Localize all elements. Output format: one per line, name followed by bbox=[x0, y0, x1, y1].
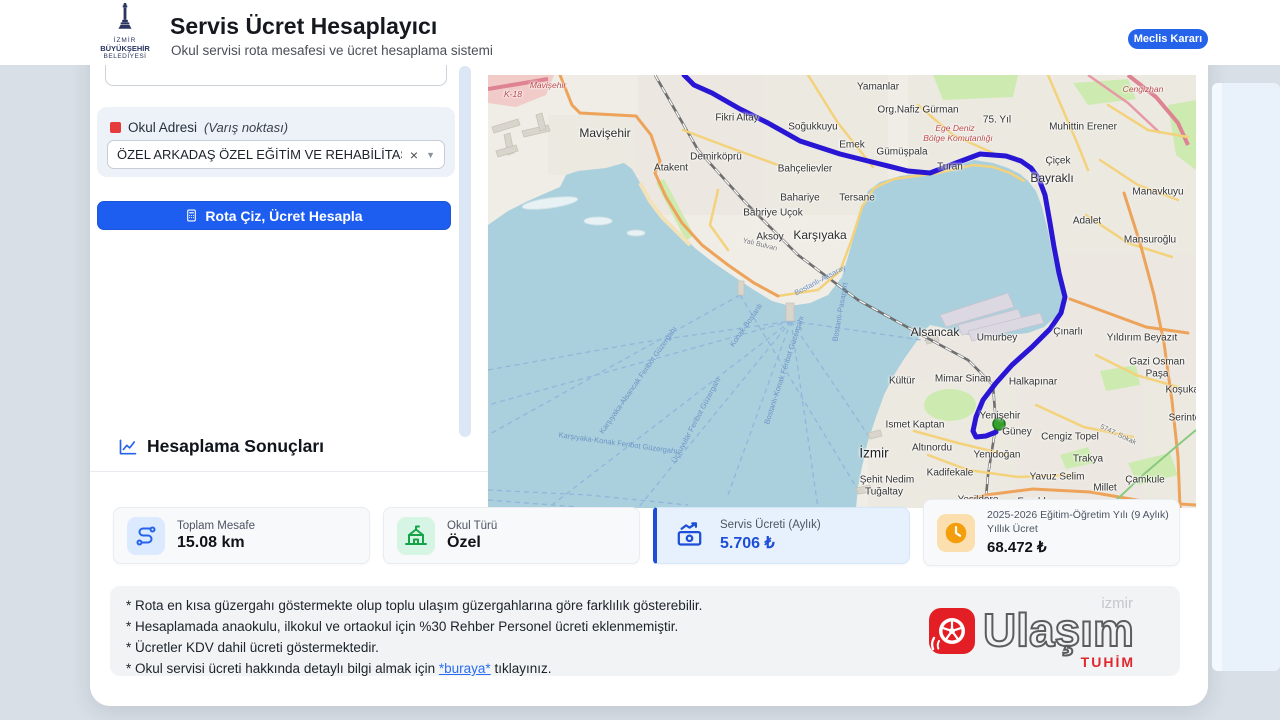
tuhim-label: TUHİM bbox=[1081, 654, 1135, 670]
route-map[interactable]: MavişehirK-18MavişehirAtakentFikri Altay… bbox=[488, 75, 1196, 508]
meclis-karari-button[interactable]: Meclis Kararı bbox=[1128, 29, 1208, 49]
calculate-route-label: Rota Çiz, Ücret Hesapla bbox=[205, 208, 362, 224]
buraya-link[interactable]: *buraya* bbox=[439, 661, 491, 676]
clock-icon bbox=[937, 514, 975, 552]
right-side-panel bbox=[1212, 83, 1280, 671]
servis-ucret-hesaplayici-app: İZMİR BÜYÜKŞEHİR BELEDİYESİ Servis Ücret… bbox=[0, 0, 1280, 720]
org-line3: BELEDİYESİ bbox=[92, 53, 158, 60]
school-address-section: Okul Adresi (Varış noktası) ÖZEL ARKADAŞ… bbox=[97, 107, 455, 177]
page-title: Servis Ücret Hesaplayıcı bbox=[170, 13, 437, 40]
card-label: Servis Ücreti (Aylık) bbox=[720, 519, 821, 531]
money-icon bbox=[670, 517, 708, 555]
municipality-logo: İZMİR BÜYÜKŞEHİR BELEDİYESİ bbox=[92, 2, 158, 60]
school-icon bbox=[397, 517, 435, 555]
right-side-panel-strip bbox=[1212, 83, 1222, 671]
chart-line-icon bbox=[118, 437, 138, 462]
destination-marker-icon bbox=[110, 122, 121, 133]
panel-scrollbar[interactable] bbox=[459, 66, 471, 437]
card-value: 68.472 ₺ bbox=[987, 538, 1172, 556]
izmir-ulasim-logo: Ulaşım izmir TUHİM bbox=[923, 597, 1137, 673]
clear-selection-icon[interactable]: × bbox=[402, 147, 426, 163]
school-address-label: Okul Adresi bbox=[128, 120, 197, 135]
card-value: 5.706 ₺ bbox=[720, 533, 821, 553]
clock-tower-icon bbox=[110, 2, 140, 32]
card-label: Toplam Mesafe bbox=[177, 520, 255, 532]
calculate-route-button[interactable]: Rota Çiz, Ücret Hesapla bbox=[97, 201, 451, 230]
school-select-value: ÖZEL ARKADAŞ ÖZEL EĞİTİM VE REHABİLİTAS.… bbox=[108, 147, 402, 162]
calculator-icon bbox=[185, 209, 198, 222]
card-monthly-fee: Servis Ücreti (Aylık) 5.706 ₺ bbox=[653, 507, 910, 564]
route-icon bbox=[127, 517, 165, 555]
page-subtitle: Okul servisi rota mesafesi ve ücret hesa… bbox=[171, 43, 493, 58]
card-value: 15.08 km bbox=[177, 534, 255, 552]
card-total-distance: Toplam Mesafe 15.08 km bbox=[113, 507, 370, 564]
results-heading-section: Hesaplama Sonuçları bbox=[90, 423, 488, 472]
map-canvas bbox=[488, 75, 1196, 508]
wheel-icon bbox=[923, 606, 977, 665]
card-value: Özel bbox=[447, 534, 497, 552]
note-line-4-suffix: tıklayınız. bbox=[491, 661, 552, 676]
org-line2: BÜYÜKŞEHİR bbox=[92, 44, 158, 53]
card-label: Okul Türü bbox=[447, 520, 497, 532]
card-school-type: Okul Türü Özel bbox=[383, 507, 640, 564]
school-address-hint: (Varış noktası) bbox=[204, 120, 288, 135]
izmir-label: izmir bbox=[1101, 595, 1133, 612]
destination-marker bbox=[993, 418, 1005, 430]
card-yearly-fee: 2025-2026 Eğitim-Öğretim Yılı (9 Aylık) … bbox=[923, 499, 1180, 566]
school-select[interactable]: ÖZEL ARKADAŞ ÖZEL EĞİTİM VE REHABİLİTAS.… bbox=[107, 140, 445, 169]
card-label: 2025-2026 Eğitim-Öğretim Yılı (9 Aylık) … bbox=[987, 509, 1172, 535]
school-address-label-row: Okul Adresi (Varış noktası) bbox=[110, 120, 288, 135]
results-heading: Hesaplama Sonuçları bbox=[147, 436, 324, 457]
note-line-4-prefix: * Okul servisi ücreti hakkında detaylı b… bbox=[126, 661, 439, 676]
app-header: İZMİR BÜYÜKŞEHİR BELEDİYESİ Servis Ücret… bbox=[0, 0, 1280, 65]
org-line1: İZMİR bbox=[92, 37, 158, 44]
chevron-down-icon[interactable]: ▼ bbox=[426, 150, 444, 160]
